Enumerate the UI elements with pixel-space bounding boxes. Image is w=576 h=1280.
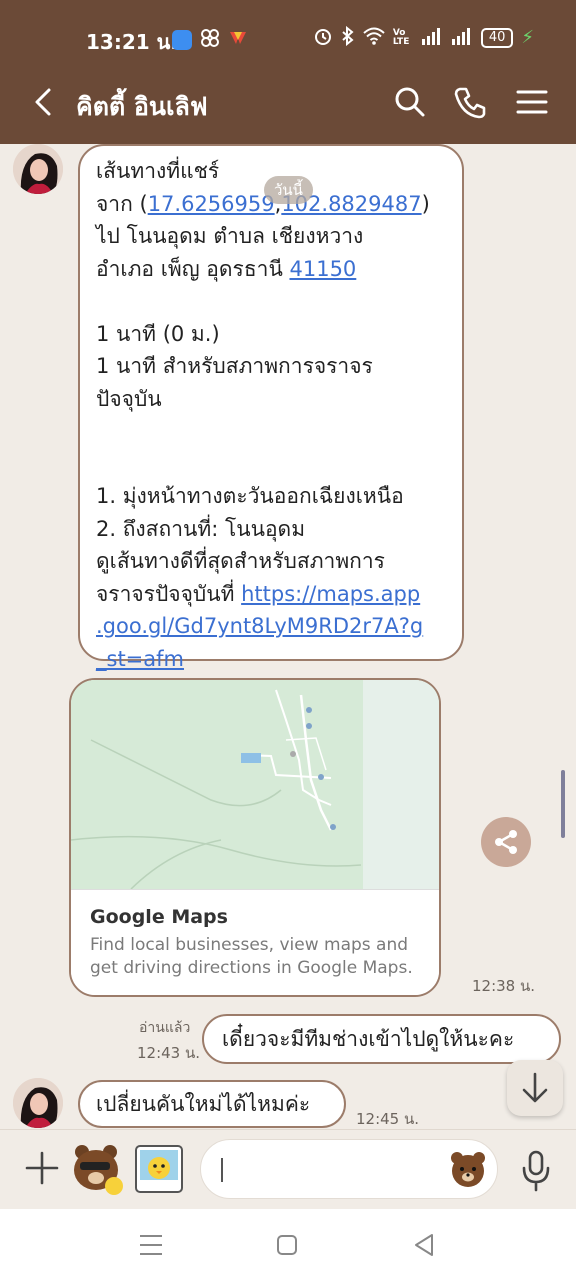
charging-icon: ⚡ <box>521 27 534 48</box>
chat-area[interactable]: เส้นทางที่แชร์ จาก (17.6256959,102.88294… <box>0 144 576 1129</box>
scroll-down-icon[interactable] <box>507 1060 563 1116</box>
wifi-icon <box>363 27 385 48</box>
system-status: Vo LTE 40 ⚡ <box>313 25 534 49</box>
read-receipt: อ่านแล้ว <box>139 1020 191 1036</box>
brown-sticker-icon[interactable] <box>68 1140 126 1198</box>
message-input[interactable] <box>221 1154 441 1184</box>
message-text: ) <box>421 191 430 216</box>
battery-indicator: 40 <box>480 27 514 48</box>
maps-url-link[interactable]: .goo.gl/Gd7ynt8LyM9RD2r7A?g <box>96 614 423 638</box>
message-line: จราจรปัจจุบันที่ https://maps.app <box>96 578 446 611</box>
message-line: 1. มุ่งหน้าทางตะวันออกเฉียงเหนือ <box>96 484 404 508</box>
maps-url-link[interactable]: _st=afm <box>96 647 184 671</box>
message-bubble-received[interactable]: เปลี่ยนคันใหม่ได้ไหมค่ะ <box>78 1080 346 1128</box>
chat-header: คิตตี้ อินเลิฟ <box>0 64 576 144</box>
message-bubble-sent[interactable]: เดี๋ยวจะมีทีมช่างเข้าไปดูให้นะคะ <box>202 1014 561 1064</box>
microphone-icon[interactable] <box>516 1148 556 1192</box>
pinwheel-icon <box>200 28 220 52</box>
message-line: 2. ถึงสถานที่: โนนอุดม <box>96 516 306 541</box>
message-time: 12:43 น. <box>137 1044 201 1062</box>
sally-sticker-icon[interactable] <box>134 1144 184 1194</box>
avatar[interactable] <box>13 1078 63 1128</box>
message-line: .goo.gl/Gd7ynt8LyM9RD2r7A?g <box>96 610 446 643</box>
home-icon[interactable] <box>272 1231 302 1259</box>
message-line: _st=afm <box>96 643 446 676</box>
map-card-title: Google Maps <box>90 906 228 928</box>
search-icon[interactable] <box>390 82 430 122</box>
recent-apps-icon[interactable] <box>136 1231 166 1259</box>
phone-icon[interactable] <box>450 82 490 122</box>
signal-1-icon <box>421 27 443 48</box>
postcode-link[interactable]: 41150 <box>289 257 356 281</box>
maps-url-link[interactable]: https://maps.app <box>241 582 420 606</box>
red-yellow-app-icon <box>228 28 248 52</box>
bluetooth-icon <box>341 25 355 49</box>
bear-emoji-icon[interactable] <box>448 1149 488 1189</box>
map-card-description: Find local businesses, view maps and get… <box>90 935 413 978</box>
map-thumbnail[interactable] <box>71 680 439 890</box>
date-separator: วันนี้ <box>264 176 313 204</box>
message-time: 12:38 น. <box>472 977 536 995</box>
message-line: ไป โนนอุดม ตำบล เชียงหวาง <box>96 224 364 248</box>
message-text: เปลี่ยนคันใหม่ได้ไหมค่ะ <box>96 1092 311 1116</box>
message-line: 1 นาที (0 ม.) <box>96 321 220 346</box>
network-label: Vo LTE <box>392 27 410 47</box>
status-time: 13:21 น. <box>86 30 178 54</box>
back-arrow-icon[interactable] <box>24 82 64 122</box>
coordinate-link[interactable]: 17.6256959 <box>148 192 275 216</box>
message-line: อำเภอ เพ็ญ อุดรธานี 41150 <box>96 253 446 286</box>
message-line: ปัจจุบัน <box>96 386 162 411</box>
message-input-bar <box>0 1129 576 1209</box>
chat-title[interactable]: คิตตี้ อินเลิฟ <box>76 87 208 127</box>
map-card-info[interactable]: Google Maps Find local businesses, view … <box>71 889 439 995</box>
alarm-icon <box>313 26 333 49</box>
status-app-icons <box>172 28 248 52</box>
scrollbar[interactable] <box>561 770 565 838</box>
menu-icon[interactable] <box>512 82 552 122</box>
map-preview-card[interactable]: Google Maps Find local businesses, view … <box>69 678 441 997</box>
message-time: 12:45 น. <box>356 1110 420 1128</box>
signal-2-icon <box>451 27 473 48</box>
message-text: อำเภอ เพ็ญ อุดรธานี <box>96 256 290 281</box>
message-line: ดูเส้นทางดีที่สุดสำหรับสภาพการ <box>96 549 385 573</box>
plus-icon[interactable] <box>22 1148 62 1188</box>
message-line: 1 นาที สำหรับสภาพการจราจร <box>96 354 373 378</box>
message-text: เดี๋ยวจะมีทีมช่างเข้าไปดูให้นะคะ <box>222 1027 515 1051</box>
share-icon[interactable] <box>481 817 531 867</box>
message-bubble-route[interactable]: เส้นทางที่แชร์ จาก (17.6256959,102.88294… <box>78 144 464 671</box>
message-text: จราจรปัจจุบันที่ <box>96 581 242 606</box>
back-icon[interactable] <box>410 1231 440 1259</box>
message-text: จาก ( <box>96 191 148 216</box>
avatar[interactable] <box>13 144 63 194</box>
blue-app-icon <box>172 30 192 50</box>
system-nav-bar <box>0 1209 576 1280</box>
